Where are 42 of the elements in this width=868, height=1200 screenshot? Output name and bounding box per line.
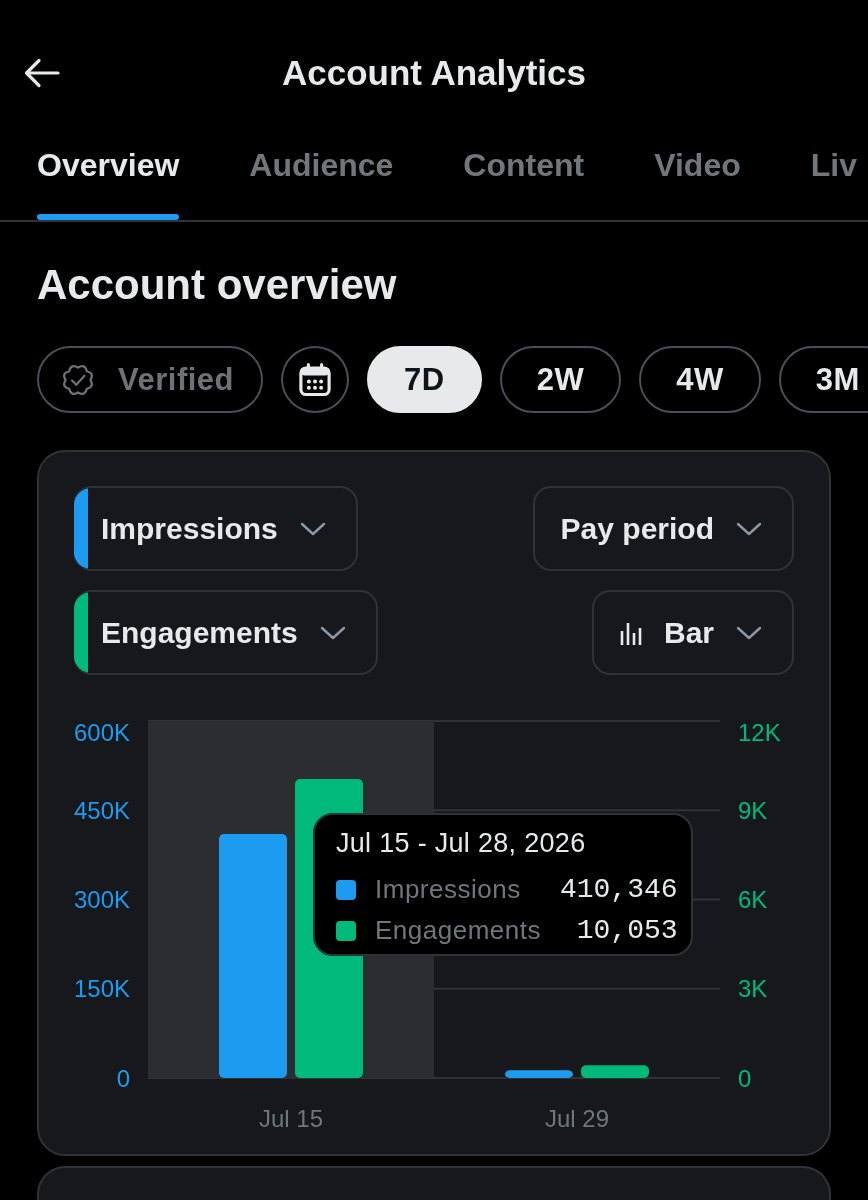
metric-dropdown[interactable]: Impressions (74, 486, 358, 571)
y-axis-label: 0 (738, 1064, 752, 1092)
section-title: Account overview (37, 260, 397, 310)
chevron-down-icon (319, 625, 346, 640)
range-chip[interactable]: 3M (778, 346, 868, 413)
tab[interactable]: Overview (37, 146, 180, 220)
bar[interactable] (505, 1070, 573, 1078)
y-axis-label: 9K (738, 796, 768, 824)
tooltip-label: Engagements (375, 915, 541, 946)
tooltip-title: Jul 15 - Jul 28, 2026 (336, 827, 587, 859)
tooltip-value: 410,346 (559, 874, 678, 905)
tooltip-label: Impressions (375, 874, 522, 905)
chart-type-dropdown[interactable]: Bar (591, 590, 794, 675)
y-axis-label: 600K (73, 718, 130, 746)
range-chip[interactable]: 4W (639, 346, 761, 413)
y-axis-label: 300K (73, 886, 130, 913)
calendar-icon (298, 362, 332, 397)
tab[interactable]: Content (463, 146, 585, 220)
back-arrow-icon (24, 58, 60, 88)
tab[interactable]: Audience (249, 146, 394, 220)
chevron-down-icon (736, 625, 762, 640)
tab[interactable]: Video (654, 146, 741, 220)
back-button[interactable] (24, 58, 60, 88)
bar[interactable] (581, 1065, 649, 1078)
y-axis-label: 6K (738, 886, 768, 913)
chevron-down-icon (299, 521, 326, 536)
bar-chart-icon (619, 620, 642, 645)
period-dropdown[interactable]: Pay period (532, 486, 794, 571)
y-axis-label: 12K (738, 718, 781, 746)
y-axis-label: 0 (116, 1064, 130, 1092)
chevron-down-icon (736, 521, 762, 536)
y-axis-label: 150K (73, 975, 130, 1003)
tooltip-value: 10,053 (576, 915, 678, 946)
range-chip[interactable]: 7D (367, 346, 482, 413)
y-axis-label: 3K (738, 975, 768, 1003)
range-chip[interactable]: 2W (499, 346, 622, 413)
x-axis-label: Jul 15 (259, 1104, 323, 1132)
page-title: Account Analytics (281, 52, 586, 94)
metric-dropdown[interactable]: Engagements (74, 590, 378, 675)
x-axis-label: Jul 29 (545, 1104, 609, 1132)
y-axis-label: 450K (73, 796, 130, 824)
tab[interactable]: Liv (810, 146, 857, 220)
